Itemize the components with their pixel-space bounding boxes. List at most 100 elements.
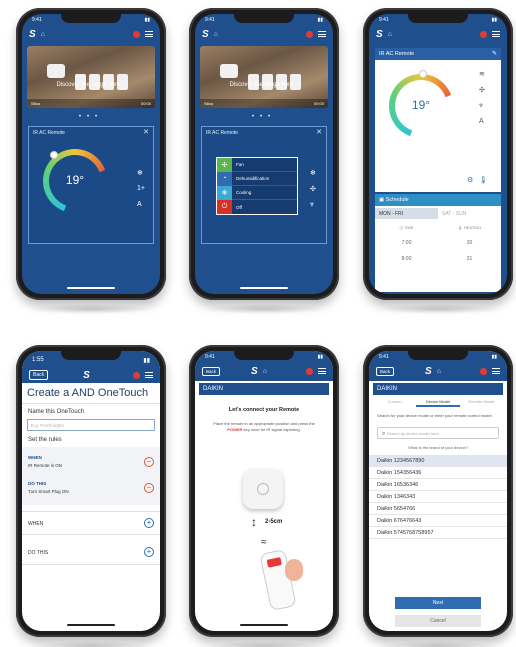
hamburger-menu-icon[interactable] (492, 31, 500, 37)
list-item[interactable]: Daikin 16536346 (369, 479, 507, 491)
alert-icon[interactable] (133, 371, 140, 379)
phone-screen: 9:41 ▮▮ S ⌂ IR AC Remote ✎ 19° ≋ ✣ ⩔ A ⚙… (369, 14, 507, 294)
connect-instruction: Place the remote in an appropriate posit… (207, 421, 321, 432)
mode-item-off[interactable]: ⏻ Off (217, 200, 297, 214)
swing-icon[interactable]: ⩔ (310, 201, 314, 209)
app-logo: S (29, 28, 36, 40)
tab-device-model[interactable]: Device Model (416, 397, 460, 407)
home-indicator[interactable] (67, 287, 115, 289)
alert-icon[interactable] (480, 30, 487, 38)
mode-item-dehumidification[interactable]: ◔ Dehumidification (217, 171, 297, 186)
list-item[interactable]: Daikin 5745768758957 (369, 527, 507, 539)
add-when-row[interactable]: WHEN + (22, 511, 160, 535)
snowflake-icon[interactable]: ❄ (310, 169, 316, 177)
back-button[interactable]: Back (376, 366, 395, 376)
home-indicator[interactable] (240, 287, 288, 289)
next-button[interactable]: Next (395, 597, 481, 609)
add-dothis-label: DO THIS (28, 550, 49, 556)
list-item[interactable]: Daikin 5654766 (369, 503, 507, 515)
back-button[interactable]: Back (202, 366, 221, 376)
mode-item-cooling[interactable]: ❄ Cooling (217, 185, 297, 200)
phone-mode-menu: 9:41 ▮▮ S ⌂ Discover the range here... Si… (189, 8, 339, 314)
thermostat-image (47, 64, 65, 78)
hamburger-menu-icon[interactable] (318, 368, 326, 374)
promo-banner[interactable]: Discover the range here... Sitoo 00:00 (200, 46, 328, 108)
add-dothis-row[interactable]: DO THIS + (22, 541, 160, 565)
card-title: IR AC Remote (206, 130, 238, 136)
schedule-bar[interactable]: ▣ Schedule (375, 194, 501, 206)
mode-item-fan[interactable]: ✣ Fan (217, 157, 297, 172)
home-icon[interactable]: ⌂ (437, 368, 441, 375)
banner-footer: Sitoo 00:00 (200, 99, 328, 108)
fan-icon: ✣ (217, 157, 232, 172)
hamburger-menu-icon[interactable] (145, 372, 153, 378)
alert-icon[interactable] (133, 30, 140, 38)
hamburger-menu-icon[interactable] (492, 368, 500, 374)
battery-icon: ▮▮ (144, 17, 150, 23)
app-logo: S (376, 28, 383, 40)
swing-icon[interactable]: ⩔ (479, 102, 483, 110)
name-input[interactable]: E.g. Porch lights (27, 419, 155, 431)
home-indicator[interactable] (67, 624, 115, 626)
home-icon[interactable]: ⌂ (214, 31, 218, 38)
heat-icon[interactable]: ≋ (479, 70, 485, 78)
home-indicator[interactable] (240, 624, 288, 626)
list-item[interactable]: Daikin 676476643 (369, 515, 507, 527)
battery-icon: ▮▮ (491, 17, 497, 23)
tab-mon-fri[interactable]: MON - FRI (375, 208, 438, 219)
dothis-label: DO THIS (28, 481, 47, 486)
add-when-icon[interactable]: + (144, 518, 154, 528)
carousel-dots[interactable]: ••• (22, 114, 160, 120)
add-dothis-icon[interactable]: + (144, 547, 154, 557)
snowflake-icon[interactable]: ❄ (137, 169, 143, 177)
fan-icon[interactable]: ✣ (479, 86, 485, 94)
schedule-row[interactable]: 7:00 20 (375, 240, 501, 246)
auto-mode-icon[interactable]: A (479, 118, 484, 125)
alert-icon[interactable] (306, 30, 313, 38)
hamburger-menu-icon[interactable] (145, 31, 153, 37)
close-icon[interactable]: ✕ (143, 128, 149, 136)
alert-icon[interactable] (306, 367, 313, 375)
ir-remote-card: IR AC Remote ✕ 19° ❄ 1+ A (28, 126, 154, 244)
remove-dothis-icon[interactable]: − (144, 483, 154, 493)
close-icon[interactable]: ✕ (316, 128, 322, 136)
home-icon[interactable]: ⌂ (41, 31, 45, 38)
battery-icon: ▮▮ (491, 354, 497, 360)
list-item[interactable]: Daikin 1234567890 (369, 455, 507, 467)
hamburger-menu-icon[interactable] (318, 31, 326, 37)
power-button-icon (266, 557, 282, 568)
tab-remote-model[interactable]: Remote Model (460, 397, 503, 407)
when-value: IR Remote is ON (28, 463, 63, 468)
phone-remote-schedule: 9:41 ▮▮ S ⌂ IR AC Remote ✎ 19° ≋ ✣ ⩔ A ⚙… (363, 8, 513, 314)
dial-knob[interactable] (50, 151, 58, 159)
edit-icon[interactable]: ✎ (492, 50, 497, 57)
list-item[interactable]: Daikin 1346343 (369, 491, 507, 503)
name-label: Name this OneTouch (28, 409, 85, 415)
schedule-row[interactable]: 8:00 21 (375, 256, 501, 262)
temperature-dial[interactable]: 19° (389, 74, 453, 138)
remove-when-icon[interactable]: − (144, 457, 154, 467)
dial-knob[interactable] (419, 70, 427, 78)
column-time: TIME (403, 225, 414, 230)
fan-speed-icon[interactable]: 1+ (137, 185, 145, 192)
list-item[interactable]: Daikin 154356436 (369, 467, 507, 479)
back-button[interactable]: Back (29, 370, 49, 380)
promo-banner[interactable]: Discover the range here... Sitoo 00:00 (27, 46, 155, 108)
phone-device-model: 9:41 ▮▮ Back S ⌂ DAIKIN Custom Device Mod… (363, 345, 513, 647)
carousel-dots[interactable]: ••• (195, 114, 333, 120)
row-temp: 20 (466, 240, 473, 246)
cancel-button[interactable]: Cancel (395, 615, 481, 627)
settings-icon[interactable]: ⚙ (467, 176, 473, 184)
fan-icon[interactable]: ✣ (310, 185, 316, 193)
tab-custom[interactable]: Custom (373, 397, 416, 407)
alert-icon[interactable] (480, 367, 487, 375)
banner-footer-left: Sitoo (31, 101, 41, 106)
tab-sat-sun[interactable]: SAT - SUN (438, 208, 501, 219)
home-icon[interactable]: ⌂ (388, 31, 392, 38)
battery-icon: ▮▮ (143, 358, 150, 364)
search-field[interactable]: ⌕ Search by device model here (377, 427, 499, 439)
column-heating: HEATING (463, 225, 482, 230)
temperature-icon[interactable]: 🌡 (479, 176, 488, 184)
home-icon[interactable]: ⌂ (263, 368, 267, 375)
auto-mode-icon[interactable]: A (137, 201, 142, 208)
